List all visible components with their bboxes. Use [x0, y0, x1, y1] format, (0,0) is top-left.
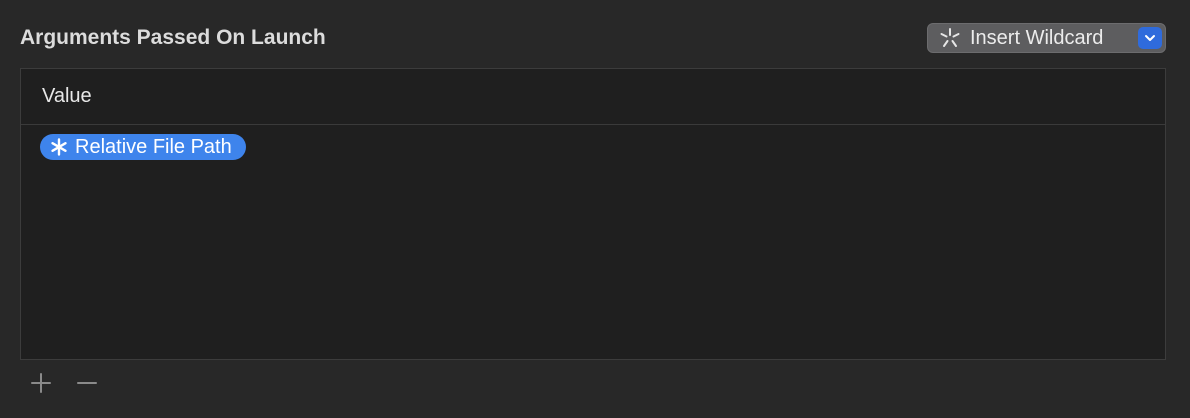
plus-icon[interactable]: [28, 370, 54, 396]
arguments-table: Value Relative File Path: [20, 68, 1166, 360]
argument-token-label: Relative File Path: [75, 136, 232, 158]
chevron-down-icon[interactable]: [1138, 27, 1162, 49]
column-header-value[interactable]: Value: [42, 85, 92, 108]
insert-wildcard-button[interactable]: Insert Wildcard: [927, 23, 1166, 53]
wildcard-sparkle-icon: [938, 26, 962, 50]
table-controls: [28, 370, 100, 396]
minus-icon[interactable]: [74, 370, 100, 396]
section-title: Arguments Passed On Launch: [20, 26, 326, 49]
argument-token-relative-file-path[interactable]: Relative File Path: [40, 134, 246, 160]
arguments-panel: Arguments Passed On Launch Insert Wildca…: [0, 0, 1190, 418]
table-header: Value: [21, 69, 1165, 125]
insert-wildcard-label: Insert Wildcard: [970, 27, 1104, 49]
asterisk-icon: [49, 137, 69, 157]
